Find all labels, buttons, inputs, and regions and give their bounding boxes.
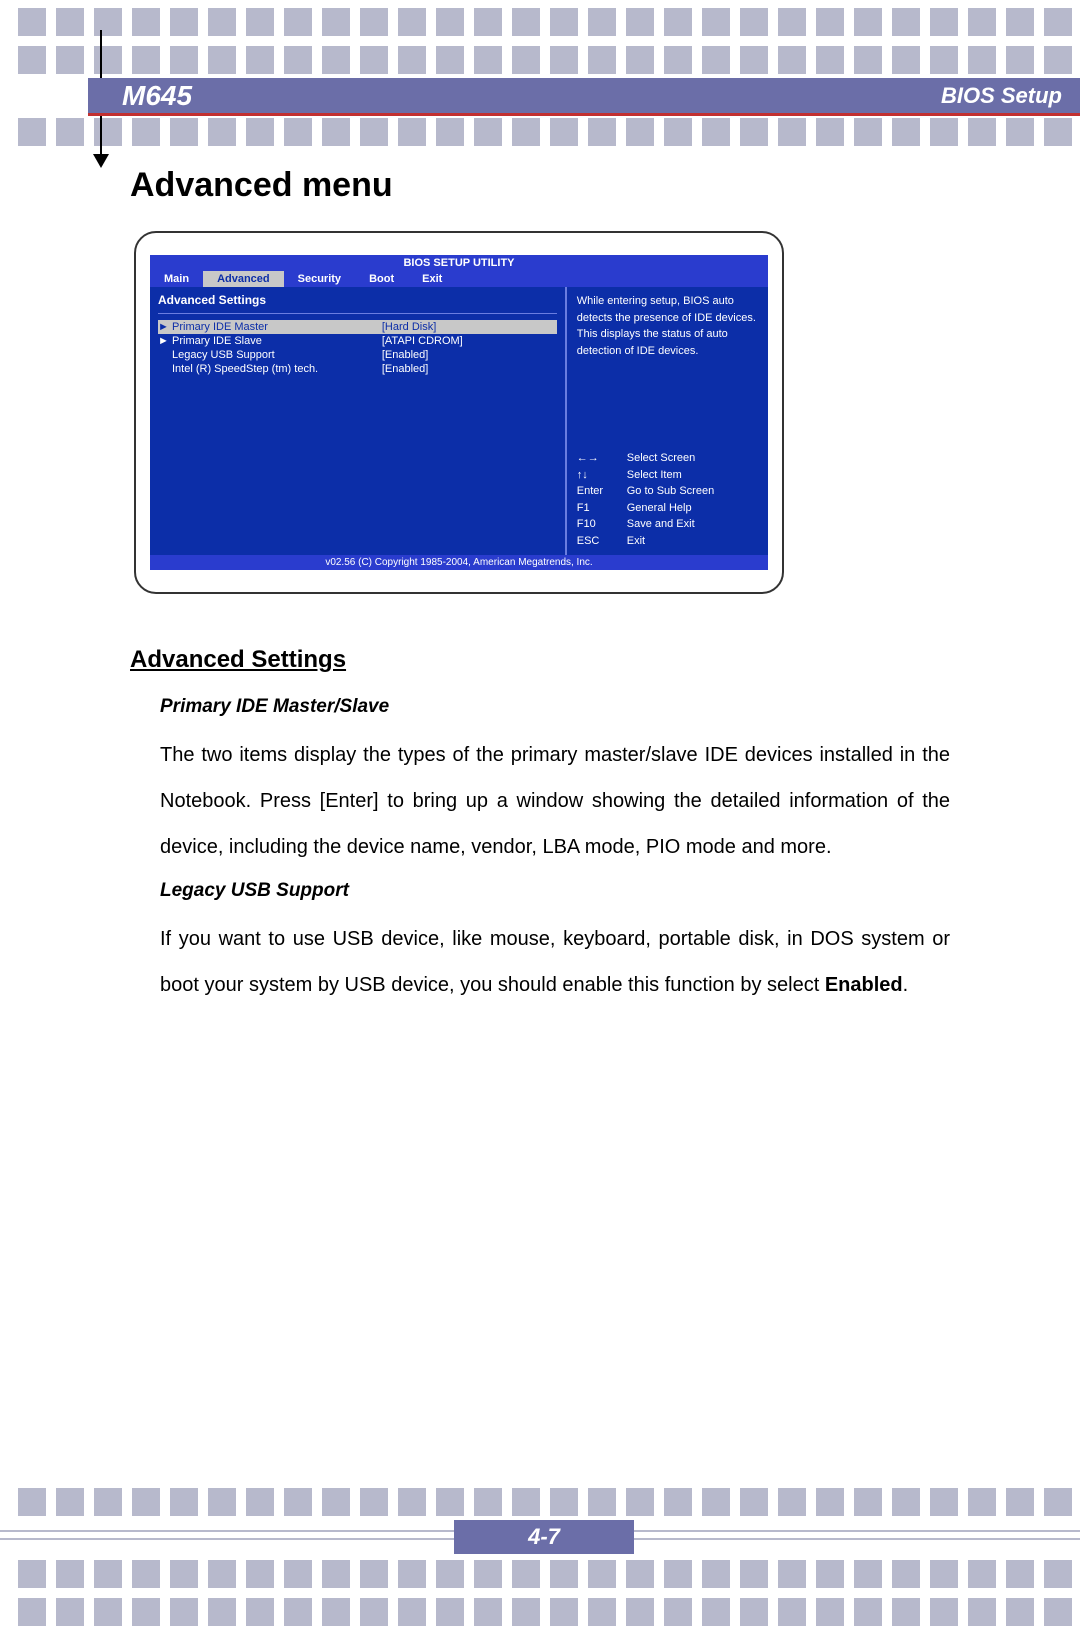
bios-row-label: Intel (R) SpeedStep (tm) tech. <box>172 363 382 375</box>
bios-key-desc: General Help <box>627 500 692 517</box>
submenu-arrow-icon: ► <box>158 335 172 347</box>
bios-footer: v02.56 (C) Copyright 1985-2004, American… <box>150 555 768 570</box>
section-heading: Advanced Settings <box>130 646 950 674</box>
bios-tab-advanced[interactable]: Advanced <box>203 271 284 287</box>
bios-key-desc: Save and Exit <box>627 516 695 533</box>
bios-title: BIOS SETUP UTILITY <box>150 255 768 271</box>
submenu-arrow-icon <box>158 349 172 361</box>
bios-left-title: Advanced Settings <box>158 291 557 314</box>
bios-screen: BIOS SETUP UTILITY MainAdvancedSecurityB… <box>150 255 768 570</box>
bios-row-value: [Enabled] <box>382 363 557 375</box>
bios-tab-main[interactable]: Main <box>150 271 203 287</box>
subsection-title-usb: Legacy USB Support <box>160 880 950 902</box>
subsection-title-ide: Primary IDE Master/Slave <box>160 696 950 718</box>
bios-key-row: F10 Save and Exit <box>577 516 758 533</box>
bios-key: ESC <box>577 533 617 550</box>
body-text: . <box>903 974 909 996</box>
bios-right-panel: While entering setup, BIOS auto detects … <box>567 287 768 555</box>
model-label: M645 <box>122 80 192 112</box>
bios-row-value: [Enabled] <box>382 349 557 361</box>
bios-row-value: [Hard Disk] <box>382 321 557 333</box>
bios-key-desc: Select Screen <box>627 450 695 467</box>
bios-help-keys: ←→ Select Screen ↑↓ Select Item Enter Go to S… <box>577 450 758 549</box>
deco-row <box>0 1560 1080 1600</box>
bios-row-value: [ATAPI CDROM] <box>382 335 557 347</box>
section-label: BIOS Setup <box>941 83 1062 109</box>
page-number: 4-7 <box>454 1520 634 1554</box>
submenu-arrow-icon: ► <box>158 321 172 333</box>
deco-row <box>0 8 1080 48</box>
bios-tab-security[interactable]: Security <box>284 271 355 287</box>
bios-setting-row[interactable]: Legacy USB Support[Enabled] <box>158 348 557 362</box>
bios-body: Advanced Settings ►Primary IDE Master[Ha… <box>150 287 768 555</box>
bios-tab-exit[interactable]: Exit <box>408 271 456 287</box>
subsection-body-usb: If you want to use USB device, like mous… <box>160 916 950 1008</box>
bios-key-desc: Select Item <box>627 467 682 484</box>
page-title: Advanced menu <box>130 166 950 205</box>
bios-screenshot-frame: BIOS SETUP UTILITY MainAdvancedSecurityB… <box>134 231 784 594</box>
bios-help-text: While entering setup, BIOS auto detects … <box>577 293 758 359</box>
body-bold: Enabled <box>825 974 903 996</box>
bios-tab-boot[interactable]: Boot <box>355 271 408 287</box>
bios-key: ←→ <box>577 450 617 467</box>
page-header: M645 BIOS Setup <box>88 78 1080 116</box>
bios-key-row: ←→ Select Screen <box>577 450 758 467</box>
bios-key-row: ↑↓ Select Item <box>577 467 758 484</box>
bios-row-label: Primary IDE Master <box>172 321 382 333</box>
bios-key-row: Enter Go to Sub Screen <box>577 483 758 500</box>
deco-row <box>0 118 1080 158</box>
bios-key: F1 <box>577 500 617 517</box>
subsection-body-ide: The two items display the types of the p… <box>160 732 950 870</box>
bios-setting-row[interactable]: ►Primary IDE Slave[ATAPI CDROM] <box>158 334 557 348</box>
bios-left-panel: Advanced Settings ►Primary IDE Master[Ha… <box>150 287 567 555</box>
bios-key: Enter <box>577 483 617 500</box>
bios-tabs: MainAdvancedSecurityBootExit <box>150 271 768 287</box>
bios-setting-row[interactable]: ►Primary IDE Master[Hard Disk] <box>158 320 557 334</box>
bios-key: F10 <box>577 516 617 533</box>
bios-row-label: Primary IDE Slave <box>172 335 382 347</box>
bios-key-row: ESC Exit <box>577 533 758 550</box>
bios-setting-row[interactable]: Intel (R) SpeedStep (tm) tech.[Enabled] <box>158 362 557 376</box>
down-arrow-icon <box>93 154 109 168</box>
bios-key: ↑↓ <box>577 467 617 484</box>
submenu-arrow-icon <box>158 363 172 375</box>
bios-row-label: Legacy USB Support <box>172 349 382 361</box>
bios-key-desc: Exit <box>627 533 645 550</box>
deco-row <box>0 1598 1080 1638</box>
bios-key-row: F1 General Help <box>577 500 758 517</box>
bios-key-desc: Go to Sub Screen <box>627 483 714 500</box>
page-content: Advanced menu BIOS SETUP UTILITY MainAdv… <box>130 166 950 1008</box>
